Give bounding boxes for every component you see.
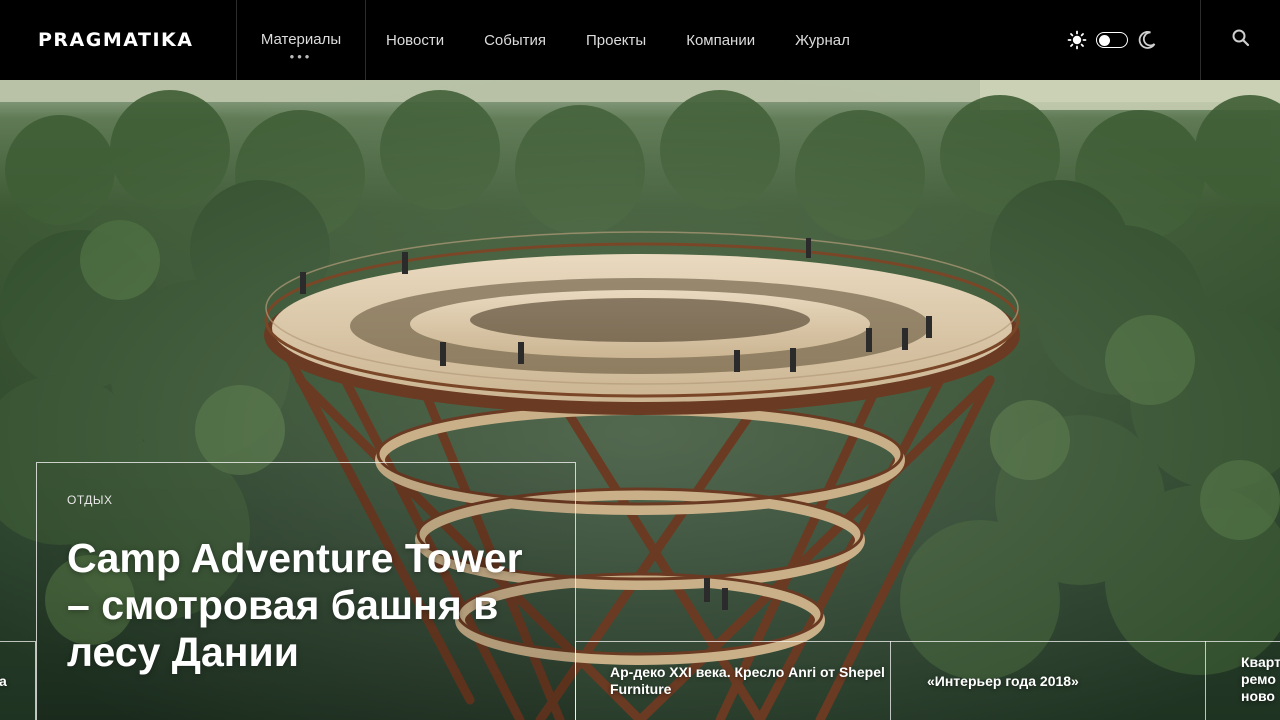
nav-item-events[interactable]: События: [464, 0, 566, 80]
ticker-item[interactable]: Ар-деко XXI века. Кресло Anri от Shepel …: [575, 641, 891, 720]
site-header: PRAGMATIKA Материалы ••• Новости События…: [0, 0, 1280, 80]
search-icon: [1231, 28, 1251, 53]
feature-article-card[interactable]: ОТДЫХ Camp Adventure Tower – смотровая б…: [36, 462, 576, 720]
ticker-text: Кварт ремо ново: [1241, 654, 1280, 704]
main-nav: Материалы ••• Новости События Проекты Ко…: [237, 0, 870, 80]
nav-item-label: Проекты: [586, 31, 647, 49]
moon-icon[interactable]: [1136, 29, 1158, 51]
nav-item-label: Компании: [686, 31, 756, 49]
header-spacer: [870, 0, 1066, 80]
ticker-text: Ар-деко XXI века. Кресло Anri от Shepel …: [610, 664, 885, 697]
category-label: ОТДЫХ: [67, 493, 113, 507]
theme-toggle[interactable]: [1096, 32, 1128, 48]
theme-switch: [1066, 0, 1200, 80]
logo-link[interactable]: PRAGMATIKA: [0, 0, 237, 80]
search-button[interactable]: [1200, 0, 1280, 80]
nav-item-projects[interactable]: Проекты: [566, 0, 666, 80]
logo: PRAGMATIKA: [38, 29, 194, 51]
nav-item-label: Новости: [386, 31, 445, 49]
more-dots-icon: •••: [289, 49, 313, 64]
toggle-knob: [1099, 34, 1110, 46]
nav-item-label: Материалы: [260, 30, 342, 48]
hero-banner: ОТДЫХ Camp Adventure Tower – смотровая б…: [0, 80, 1280, 720]
nav-item-materials[interactable]: Материалы •••: [237, 0, 366, 80]
ticker-item-prev[interactable]: а: [0, 641, 36, 720]
feature-title: Camp Adventure Tower – смотровая башня в…: [67, 535, 523, 675]
nav-item-companies[interactable]: Компании: [666, 0, 775, 80]
ticker-text: «Интерьер года 2018»: [927, 672, 1079, 689]
ticker-text: а: [0, 672, 7, 689]
sun-icon[interactable]: [1066, 29, 1088, 51]
ticker-item-next[interactable]: Кварт ремо ново: [1205, 641, 1280, 720]
nav-item-label: Журнал: [795, 31, 850, 49]
nav-item-journal[interactable]: Журнал: [775, 0, 870, 80]
nav-item-news[interactable]: Новости: [366, 0, 464, 80]
ticker-item[interactable]: «Интерьер года 2018»: [890, 641, 1206, 720]
nav-item-label: События: [484, 31, 546, 49]
